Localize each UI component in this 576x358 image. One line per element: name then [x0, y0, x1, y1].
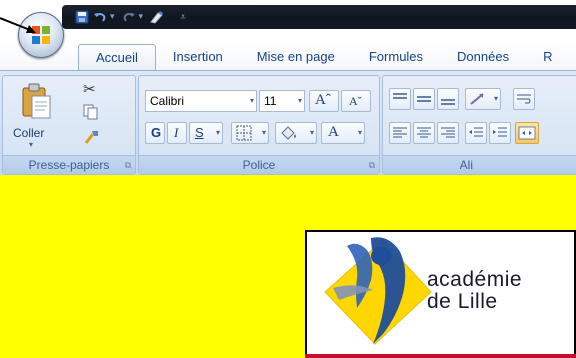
- tab-revision[interactable]: R: [526, 44, 569, 70]
- ribbon-tab-row: Accueil Insertion Mise en page Formules …: [0, 42, 576, 70]
- tab-donnees[interactable]: Données: [440, 44, 526, 70]
- font-group: Calibri ▾ 11 ▾ Aˆ Aˇ G I S ▾ ▾ ▾ A ▾ Pol…: [138, 75, 380, 175]
- align-bottom-button[interactable]: [437, 88, 459, 110]
- merge-center-button[interactable]: [515, 122, 539, 144]
- alignment-group-label: Ali: [383, 155, 576, 174]
- underline-dropdown-icon: ▾: [215, 128, 220, 137]
- align-left-button[interactable]: [389, 122, 411, 144]
- grow-font-icon: Aˆ: [315, 92, 331, 108]
- academie-logo-line1: académie: [427, 268, 523, 291]
- borders-icon: [236, 125, 252, 141]
- paste-label: Coller: [13, 126, 45, 140]
- redo-dropdown-icon[interactable]: ▾: [139, 12, 144, 22]
- orientation-button[interactable]: ▾: [465, 88, 501, 110]
- format-painter-icon[interactable]: [83, 128, 101, 150]
- orientation-icon: [470, 93, 484, 105]
- wrap-text-button[interactable]: [513, 88, 535, 110]
- paste-button[interactable]: Coller ▾: [11, 80, 61, 150]
- italic-label: I: [174, 125, 179, 140]
- paint-icon[interactable]: [149, 8, 165, 26]
- merge-center-icon: [518, 126, 536, 140]
- fill-color-icon: [281, 126, 296, 140]
- paste-icon: [22, 83, 51, 119]
- cut-icon[interactable]: ✂: [83, 80, 96, 98]
- clipboard-launcher-icon[interactable]: ⧉: [125, 161, 131, 171]
- decrease-indent-icon: [469, 127, 483, 137]
- shrink-font-button[interactable]: Aˇ: [341, 90, 371, 112]
- font-color-button[interactable]: A ▾: [321, 122, 365, 144]
- customize-icon[interactable]: ⩡: [175, 8, 191, 26]
- paste-dropdown-icon[interactable]: ▾: [29, 140, 33, 149]
- tab-mise-en-page[interactable]: Mise en page: [240, 44, 352, 70]
- logo-red-strip: [305, 354, 576, 358]
- underline-label: S: [195, 125, 204, 140]
- tab-formules[interactable]: Formules: [352, 44, 440, 70]
- align-bottom-icon: [441, 99, 455, 105]
- ribbon: Coller ▾ ✂ Presse-papiers ⧉ Calibri ▾ 11…: [0, 70, 576, 175]
- borders-button[interactable]: ▾: [231, 122, 269, 144]
- title-strip: ▾ ▾ ⩡: [62, 5, 576, 29]
- borders-dropdown-icon: ▾: [261, 128, 266, 137]
- save-icon[interactable]: [74, 8, 90, 26]
- undo-dropdown-icon[interactable]: ▾: [110, 12, 115, 22]
- academie-logo-emblem: [324, 237, 432, 345]
- align-top-button[interactable]: [389, 88, 411, 110]
- font-name-value: Calibri: [150, 94, 185, 108]
- grow-font-button[interactable]: Aˆ: [309, 90, 339, 112]
- font-name-dropdown-icon: ▾: [249, 96, 254, 105]
- font-size-dropdown-icon: ▾: [297, 96, 302, 105]
- fill-color-dropdown-icon: ▾: [309, 128, 314, 137]
- pointer-arrow-icon: [0, 17, 36, 33]
- font-launcher-icon[interactable]: ⧉: [369, 161, 375, 171]
- align-right-button[interactable]: [437, 122, 459, 144]
- font-color-dropdown-icon: ▾: [357, 128, 362, 137]
- clipboard-group-label: Presse-papiers: [3, 155, 135, 174]
- font-size-value: 11: [264, 94, 277, 108]
- tab-insertion[interactable]: Insertion: [156, 44, 240, 70]
- fill-color-button[interactable]: ▾: [275, 122, 317, 144]
- font-size-select[interactable]: 11 ▾: [259, 90, 305, 112]
- font-color-icon: A: [328, 124, 339, 140]
- font-group-label: Police: [139, 155, 379, 174]
- alignment-group: ▾ Ali: [382, 75, 576, 175]
- wrap-text-icon: [517, 94, 531, 104]
- decrease-indent-button[interactable]: [465, 122, 487, 144]
- increase-indent-icon: [493, 127, 507, 137]
- bold-label: G: [151, 125, 162, 140]
- increase-indent-button[interactable]: [489, 122, 511, 144]
- align-center-icon: [417, 127, 431, 138]
- academie-logo: académie de Lille: [305, 230, 576, 358]
- italic-button[interactable]: I: [167, 122, 187, 144]
- align-middle-button[interactable]: [413, 88, 435, 110]
- align-top-icon: [393, 93, 407, 99]
- orientation-dropdown-icon: ▾: [493, 94, 498, 103]
- clipboard-group: Coller ▾ ✂ Presse-papiers ⧉: [2, 75, 136, 175]
- shrink-font-icon: Aˇ: [349, 94, 362, 108]
- ribbon-tabs: Accueil Insertion Mise en page Formules …: [78, 44, 569, 70]
- align-center-button[interactable]: [413, 122, 435, 144]
- academie-logo-line2: de Lille: [427, 290, 498, 313]
- copy-icon[interactable]: [83, 104, 99, 124]
- tab-accueil[interactable]: Accueil: [78, 44, 156, 70]
- title-bar: ▾ ▾ ⩡: [0, 0, 576, 42]
- quick-access-toolbar: ▾ ▾ ⩡: [74, 5, 191, 29]
- align-right-icon: [441, 127, 455, 138]
- align-middle-icon: [417, 96, 431, 102]
- underline-button[interactable]: S ▾: [189, 122, 223, 144]
- bold-button[interactable]: G: [145, 122, 165, 144]
- undo-icon[interactable]: [92, 8, 108, 26]
- align-left-icon: [393, 127, 407, 138]
- redo-icon[interactable]: [121, 8, 137, 26]
- font-name-select[interactable]: Calibri ▾: [145, 90, 257, 112]
